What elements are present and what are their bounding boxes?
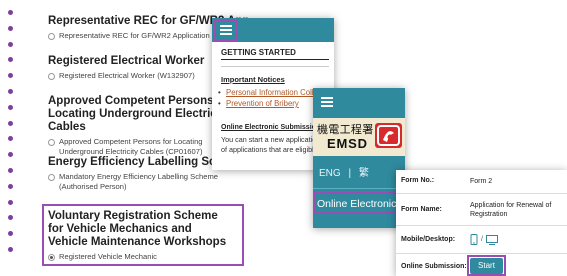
language-switch: ENG | 繁	[319, 164, 369, 179]
lang-zh-link[interactable]: 繁	[359, 168, 369, 179]
bullet	[8, 231, 13, 237]
department-name-zh: 機電工程署	[317, 123, 374, 136]
bullet	[8, 10, 13, 15]
scheme-title: Voluntary Registration Scheme for Vehicl…	[48, 210, 227, 248]
scheme-option-label: Representative REC for GF/WR2 Applicatio…	[59, 31, 210, 40]
top-bar	[313, 88, 405, 118]
title-divider	[221, 59, 329, 60]
form-no-row: Form No.: Form 2	[396, 170, 567, 194]
highlight-box	[313, 192, 405, 214]
mobile-icon	[470, 234, 478, 245]
highlight-box	[467, 255, 506, 276]
scheme-option-label: Registered Electrical Worker (W132907)	[59, 71, 195, 80]
nav-menu: ENG | 繁 Online Electronic Submission	[313, 156, 405, 228]
lang-separator: |	[348, 168, 352, 179]
bullet	[8, 104, 13, 110]
form-name-value: Application for Renewal of Registration	[470, 202, 552, 218]
desktop-icon	[485, 234, 498, 245]
divider	[221, 66, 329, 67]
department-name-en: EMSD	[327, 136, 368, 151]
bullet	[8, 167, 13, 173]
scheme-option-label: Mandatory Energy Efficiency Labelling Sc…	[59, 172, 218, 191]
scheme-option[interactable]: Mandatory Energy Efficiency Labelling Sc…	[48, 172, 244, 192]
emsd-mobile-panel: 機電工程署 EMSD ENG | 繁 Online Electronic Sub…	[313, 88, 405, 228]
form-details-panel: Form No.: Form 2 Form Name: Application …	[396, 170, 567, 276]
scheme-option[interactable]: Registered Vehicle Mechanic	[48, 252, 244, 262]
scheme-section-selected: Voluntary Registration Scheme for Vehicl…	[48, 210, 244, 262]
bullet	[8, 199, 13, 205]
bullet	[8, 183, 13, 189]
radio-button[interactable]	[48, 32, 55, 40]
radio-button-selected[interactable]	[48, 253, 55, 261]
bullet	[8, 120, 13, 126]
submission-heading: Online Electronic Submission	[221, 124, 321, 131]
form-no-label: Form No.:	[401, 177, 435, 184]
form-name-label: Form Name:	[401, 206, 442, 213]
radio-button[interactable]	[48, 138, 55, 146]
highlight-box	[214, 19, 238, 41]
bullet	[8, 57, 13, 63]
divider	[313, 188, 405, 189]
bullet-column	[8, 10, 16, 263]
form-no-value: Form 2	[470, 178, 493, 185]
bullet	[8, 73, 13, 79]
form-name-row: Form Name: Application for Renewal of Re…	[396, 194, 567, 226]
device-label: Mobile/Desktop:	[401, 236, 456, 243]
bullet	[8, 41, 13, 47]
lang-en-link[interactable]: ENG	[319, 168, 341, 179]
device-icons: /	[470, 234, 498, 245]
bullet	[8, 136, 13, 142]
radio-button[interactable]	[48, 72, 55, 80]
bullet	[8, 215, 13, 221]
bullet	[8, 25, 13, 31]
emsd-logo-banner[interactable]: 機電工程署 EMSD	[313, 118, 405, 156]
bullet	[8, 152, 13, 158]
scheme-option-label: Registered Vehicle Mechanic	[59, 252, 157, 261]
hamburger-menu-icon[interactable]	[321, 97, 333, 109]
page-title: GETTING STARTED	[221, 48, 296, 57]
bribery-link[interactable]: Prevention of Bribery	[218, 99, 299, 108]
bullet	[8, 246, 13, 252]
online-submission-label: Online Submission:	[401, 263, 467, 270]
bullet	[8, 88, 13, 94]
device-separator: /	[481, 236, 483, 243]
radio-button[interactable]	[48, 173, 55, 181]
device-row: Mobile/Desktop: /	[396, 226, 567, 254]
emsd-emblem-icon	[375, 123, 402, 148]
top-bar	[212, 18, 334, 42]
notices-heading: Important Notices	[221, 75, 285, 84]
screenshot-collage: Representative REC for GF/WR2 Applicatio…	[0, 0, 567, 276]
